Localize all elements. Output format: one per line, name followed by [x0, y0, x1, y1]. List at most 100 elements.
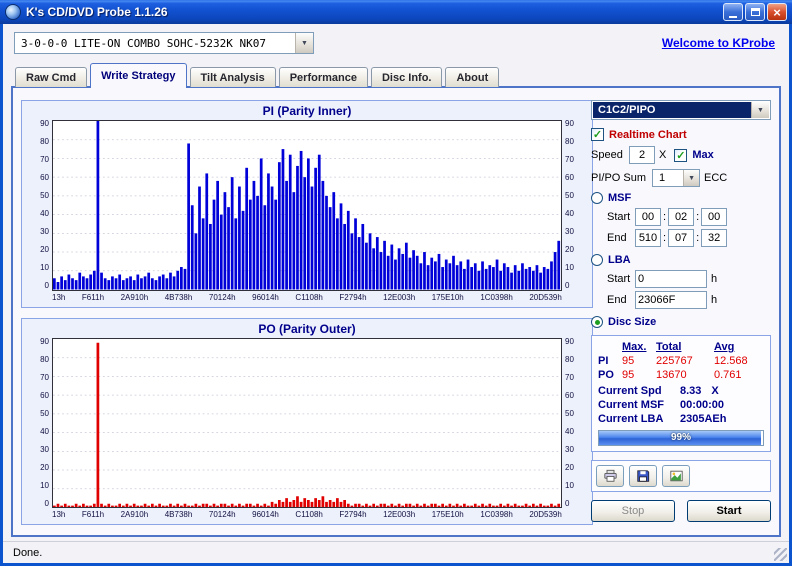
time-separator: : — [663, 232, 667, 244]
pi-plot-area — [52, 120, 562, 291]
stats-header-total: Total — [656, 341, 682, 353]
current-msf-value: 00:00:00 — [680, 399, 725, 411]
po-max-value: 95 — [622, 369, 635, 381]
tab-tilt-analysis[interactable]: Tilt Analysis — [189, 67, 276, 87]
pi-chart-panel: PI (Parity Inner) 90 80 70 60 50 40 30 20 10 0 90… — [21, 100, 593, 308]
printer-icon — [603, 469, 617, 482]
welcome-link[interactable]: Welcome to KProbe — [662, 36, 775, 50]
pi-total-value: 225767 — [656, 355, 693, 367]
progress-label: 99% — [670, 432, 691, 443]
msf-start-min-input[interactable] — [635, 208, 661, 226]
msf-start-frame-input[interactable] — [701, 208, 728, 226]
save-chart-image-button[interactable] — [662, 465, 690, 487]
current-msf-label: Current MSF — [598, 399, 664, 411]
pi-right-y-axis: 90 80 70 60 50 40 30 20 10 0 — [565, 119, 574, 291]
speed-input[interactable] — [629, 146, 655, 164]
po-plot-area — [52, 337, 562, 508]
x-axis: 13h F611h 2A910h 4B738h 70124h 96014h C1108h F2… — [52, 510, 562, 519]
msf-start-sec-input[interactable] — [668, 208, 695, 226]
time-separator: : — [696, 211, 700, 223]
save-button[interactable] — [629, 465, 657, 487]
msf-label: MSF — [608, 192, 632, 204]
stop-button[interactable]: Stop — [591, 500, 675, 522]
x-axis: 13h F611h 2A910h 4B738h 70124h 96014h C1108h F2… — [52, 292, 562, 302]
lba-radio[interactable] — [591, 254, 603, 266]
max-speed-checkbox[interactable]: ✓ — [674, 148, 688, 162]
lba-end-label: End — [607, 294, 627, 306]
pi-left-y-axis: 90 80 70 60 50 40 30 20 10 0 — [40, 119, 49, 291]
tab-write-strategy[interactable]: Write Strategy — [90, 63, 187, 89]
max-label: Max — [692, 149, 714, 161]
mode-combo-value: C1C2/PIPO — [593, 102, 751, 118]
current-lba-label: Current LBA — [598, 413, 664, 425]
msf-end-min-input[interactable] — [635, 229, 661, 247]
current-speed-unit: X — [711, 385, 719, 397]
chevron-down-icon: ▼ — [295, 33, 313, 53]
app-icon — [5, 4, 21, 20]
pi-max-value: 95 — [622, 355, 635, 367]
statistics-panel: Max. Total Avg PI 95 225767 12.568 PO 95… — [591, 335, 771, 452]
msf-end-sec-input[interactable] — [668, 229, 695, 247]
title-bar[interactable]: K's CD/DVD Probe 1.1.26 × — [0, 0, 792, 24]
drive-selector-combo[interactable]: 3-0-0-0 LITE-ON COMBO SOHC-5232K NK07 ▼ — [14, 32, 314, 54]
stats-row-pi-name: PI — [598, 355, 609, 367]
tab-about[interactable]: About — [445, 67, 500, 87]
pi-chart-title: PI (Parity Inner) — [262, 104, 352, 118]
maximize-button[interactable] — [745, 3, 765, 21]
lba-end-unit: h — [711, 294, 718, 306]
stats-row-po-name: PO — [598, 369, 614, 381]
stats-header-avg: Avg — [714, 341, 735, 353]
tab-performance[interactable]: Performance — [278, 67, 368, 87]
action-buttons: Stop Start — [591, 500, 771, 522]
msf-radio[interactable] — [591, 192, 603, 204]
start-button[interactable]: Start — [687, 500, 771, 522]
msf-start-label: Start — [607, 211, 631, 223]
msf-end-frame-input[interactable] — [701, 229, 728, 247]
close-icon: × — [773, 4, 781, 20]
stats-header-max: Max. — [622, 341, 647, 353]
current-lba-value: 2305AEh — [680, 413, 727, 425]
print-button[interactable] — [596, 465, 624, 487]
mode-combo[interactable]: C1C2/PIPO ▼ — [591, 100, 771, 120]
po-total-value: 13670 — [656, 369, 687, 381]
po-chart-panel: PO (Parity Outer) 90 80 70 60 50 40 30 20 10 0 90… — [21, 317, 593, 525]
chevron-down-icon: ▼ — [751, 102, 769, 118]
lba-start-label: Start — [607, 273, 631, 285]
floppy-disk-icon — [637, 470, 650, 482]
msf-end-label: End — [607, 232, 627, 244]
resize-grip[interactable] — [774, 548, 787, 561]
pipo-sum-combo[interactable]: 1 ▼ — [652, 169, 701, 187]
pipo-sum-value: 1 — [659, 172, 666, 184]
tab-bar: Raw Cmd Write Strategy Tilt Analysis Per… — [15, 63, 502, 89]
disc-size-label: Disc Size — [608, 316, 657, 328]
pipo-sum-label: PI/PO Sum — [591, 172, 647, 184]
tab-disc-info[interactable]: Disc Info. — [370, 67, 443, 87]
realtime-chart-checkbox[interactable]: ✓ — [591, 128, 604, 141]
ecc-label: ECC — [704, 172, 728, 184]
pi-bars — [53, 121, 561, 290]
main-panel: PI (Parity Inner) 90 80 70 60 50 40 30 20 10 0 90… — [11, 86, 781, 537]
speed-label: Speed — [591, 149, 623, 161]
po-bars — [53, 342, 561, 507]
time-separator: : — [696, 232, 700, 244]
chevron-down-icon: ▼ — [683, 170, 700, 186]
maximize-icon — [750, 8, 760, 16]
po-avg-value: 0.761 — [714, 369, 742, 381]
drive-selector-value: 3-0-0-0 LITE-ON COMBO SOHC-5232K NK07 — [21, 36, 267, 50]
minimize-button[interactable] — [723, 3, 743, 21]
po-left-y-axis: 90 80 70 60 50 40 30 20 10 0 — [40, 336, 49, 508]
lba-start-unit: h — [711, 273, 718, 285]
disc-size-radio[interactable] — [591, 316, 603, 328]
close-button[interactable]: × — [767, 3, 787, 21]
lba-label: LBA — [608, 254, 631, 266]
client-area: 3-0-0-0 LITE-ON COMBO SOHC-5232K NK07 ▼ … — [3, 24, 789, 563]
status-text: Done. — [13, 546, 43, 559]
lba-start-input[interactable] — [635, 270, 707, 288]
controls-column: C1C2/PIPO ▼ ✓ Realtime Chart Speed X ✓ M… — [591, 100, 771, 525]
tab-raw-cmd[interactable]: Raw Cmd — [15, 67, 88, 87]
minimize-icon — [729, 15, 737, 18]
speed-unit: X — [659, 149, 667, 161]
progress-bar: 99% — [598, 430, 764, 446]
toolbar: 3-0-0-0 LITE-ON COMBO SOHC-5232K NK07 ▼ … — [14, 31, 775, 55]
lba-end-input[interactable] — [635, 291, 707, 309]
